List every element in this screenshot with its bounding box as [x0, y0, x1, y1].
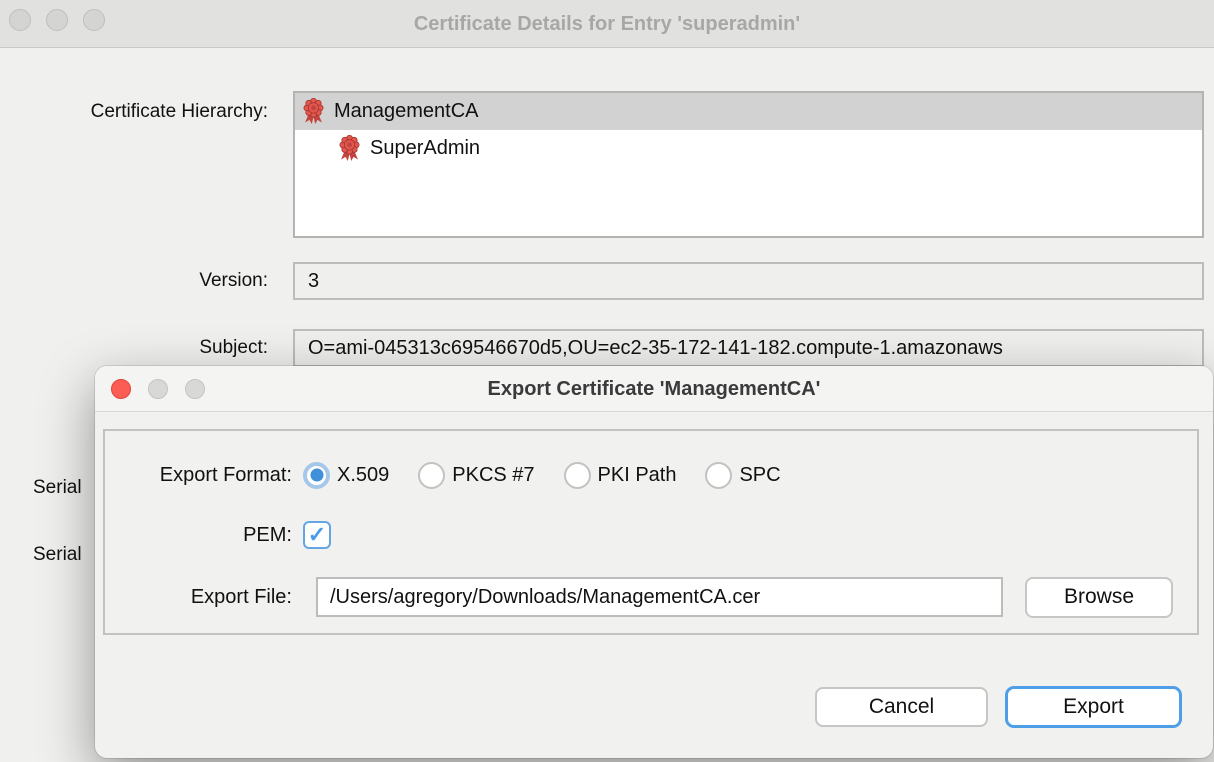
export-format-label: Export Format:	[105, 464, 292, 487]
list-item[interactable]: SuperAdmin	[295, 130, 1202, 167]
export-options-group: Export Format: X.509 PKCS #7 PKI Path SP…	[103, 429, 1199, 635]
certificate-icon	[302, 98, 325, 125]
browse-button[interactable]: Browse	[1025, 577, 1173, 618]
radio-label: SPC	[739, 464, 780, 487]
export-format-row: Export Format: X.509 PKCS #7 PKI Path SP…	[105, 453, 1197, 497]
export-file-label: Export File:	[105, 586, 292, 609]
export-file-input[interactable]	[316, 577, 1003, 617]
cancel-button[interactable]: Cancel	[815, 687, 988, 727]
dialog-title: Export Certificate 'ManagementCA'	[95, 366, 1213, 412]
pem-label: PEM:	[105, 524, 292, 547]
export-button[interactable]: Export	[1005, 686, 1182, 728]
radio-option-x509[interactable]: X.509	[303, 462, 389, 489]
radio-label: PKCS #7	[452, 464, 534, 487]
radio-option-pki-path[interactable]: PKI Path	[564, 462, 677, 489]
radio-option-pkcs7[interactable]: PKCS #7	[418, 462, 534, 489]
certificate-hierarchy-list[interactable]: ManagementCA SuperAdmin	[293, 91, 1204, 238]
pem-checkbox[interactable]: ✓	[303, 521, 331, 549]
pem-row: PEM: ✓	[105, 513, 1197, 557]
export-certificate-dialog: Export Certificate 'ManagementCA' Export…	[95, 366, 1213, 758]
checkmark-icon: ✓	[308, 522, 326, 548]
subject-label: Subject:	[0, 337, 268, 359]
certificate-icon	[338, 135, 361, 162]
radio-label: PKI Path	[598, 464, 677, 487]
version-field: 3	[293, 262, 1204, 300]
export-format-radio-group: X.509 PKCS #7 PKI Path SPC	[303, 462, 810, 489]
radio-icon[interactable]	[303, 462, 330, 489]
window-title: Certificate Details for Entry 'superadmi…	[0, 0, 1214, 48]
radio-icon[interactable]	[418, 462, 445, 489]
subject-field: O=ami-045313c69546670d5,OU=ec2-35-172-14…	[293, 329, 1204, 367]
list-item-label: ManagementCA	[334, 100, 479, 123]
radio-label: X.509	[337, 464, 389, 487]
radio-icon[interactable]	[564, 462, 591, 489]
version-label: Version:	[0, 270, 268, 292]
radio-icon[interactable]	[705, 462, 732, 489]
dialog-titlebar[interactable]: Export Certificate 'ManagementCA'	[95, 366, 1213, 412]
radio-option-spc[interactable]: SPC	[705, 462, 780, 489]
list-item[interactable]: ManagementCA	[295, 93, 1202, 130]
list-item-label: SuperAdmin	[370, 137, 480, 160]
window-titlebar[interactable]: Certificate Details for Entry 'superadmi…	[0, 0, 1214, 48]
certificate-hierarchy-label: Certificate Hierarchy:	[0, 101, 268, 123]
export-file-row: Export File: Browse	[105, 575, 1197, 619]
